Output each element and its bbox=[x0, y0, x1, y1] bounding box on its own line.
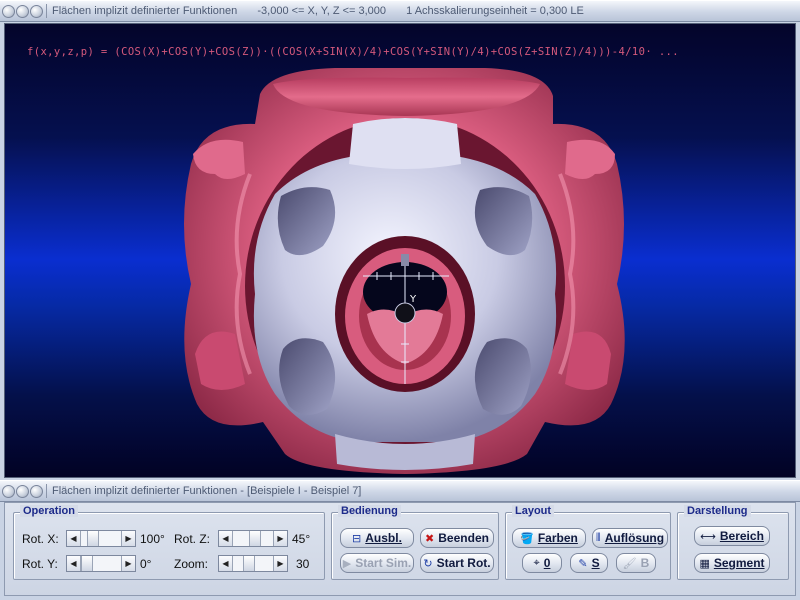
zoom-slider[interactable]: ◀ ▶ bbox=[218, 555, 288, 572]
beenden-label: Beenden bbox=[438, 531, 489, 545]
rot-z-label: Rot. Z: bbox=[174, 532, 211, 546]
crosshair-icon: ⌖ bbox=[533, 556, 540, 569]
darstellung-group: Darstellung ⟷ Bereich ▦ Segment bbox=[677, 505, 789, 580]
start-rot-button[interactable]: ↻ Start Rot. bbox=[420, 553, 494, 573]
resolution-icon: ⦀ bbox=[595, 531, 601, 544]
aufloesung-button[interactable]: ⦀ Auflösung bbox=[592, 528, 668, 548]
farben-button[interactable]: 🪣 Farben bbox=[512, 528, 586, 548]
slider-thumb[interactable] bbox=[243, 556, 255, 571]
surface-plot-canvas[interactable]: Y f(x,y,z,p) = (COS(X)+COS(Y)+COS(Z))·((… bbox=[4, 23, 796, 478]
control-window-title: Flächen implizit definierter Funktionen … bbox=[52, 485, 362, 497]
ausbl-button[interactable]: ⊟ Ausbl. bbox=[340, 528, 414, 548]
segment-button[interactable]: ▦ Segment bbox=[694, 553, 770, 573]
arrow-right-icon[interactable]: ▶ bbox=[273, 556, 287, 571]
ausbl-label: Ausbl. bbox=[365, 531, 402, 545]
operation-title: Operation bbox=[20, 505, 78, 517]
axis-origin-marker bbox=[394, 302, 416, 324]
slider-thumb[interactable] bbox=[81, 556, 93, 571]
arrow-left-icon[interactable]: ◀ bbox=[219, 531, 233, 546]
rot-y-label: Rot. Y: bbox=[22, 557, 58, 571]
rot-x-value: 100° bbox=[140, 532, 165, 546]
axis-top-marker bbox=[401, 254, 409, 266]
formula-text: f(x,y,z,p) = (COS(X)+COS(Y)+COS(Z))·((CO… bbox=[27, 46, 679, 58]
origin-button[interactable]: ⌖ 0 bbox=[522, 553, 562, 573]
s-button[interactable]: ✎ S bbox=[570, 553, 608, 573]
beenden-button[interactable]: ✖ Beenden bbox=[420, 528, 494, 548]
arrow-left-icon[interactable]: ◀ bbox=[67, 531, 81, 546]
window-menu-icon[interactable] bbox=[16, 4, 29, 18]
arrow-left-icon[interactable]: ◀ bbox=[219, 556, 233, 571]
close-x-icon: ✖ bbox=[425, 532, 435, 545]
slider-thumb[interactable] bbox=[87, 531, 99, 546]
start-sim-label: Start Sim. bbox=[355, 556, 412, 570]
restore-icon[interactable] bbox=[30, 4, 43, 18]
window-title: Flächen implizit definierter Funktionen bbox=[52, 5, 238, 17]
start-rot-label: Start Rot. bbox=[436, 556, 491, 570]
play-icon: ▶ bbox=[342, 557, 352, 570]
zoom-label: Zoom: bbox=[174, 557, 209, 571]
operation-group: Operation Rot. X: ◀ ▶ 100° Rot. Z: ◀ ▶ 4… bbox=[13, 505, 325, 580]
range-arrows-icon: ⟷ bbox=[700, 530, 716, 543]
y-axis-label: Y bbox=[409, 294, 417, 305]
b-label: B bbox=[640, 556, 650, 570]
arrow-right-icon[interactable]: ▶ bbox=[121, 556, 135, 571]
slider-thumb[interactable] bbox=[249, 531, 261, 546]
control-titlebar: Flächen implizit definierter Funktionen … bbox=[0, 480, 800, 502]
rot-x-label: Rot. X: bbox=[22, 532, 59, 546]
main-titlebar: Flächen implizit definierter Funktionen … bbox=[0, 0, 800, 22]
rot-z-value: 45° bbox=[292, 532, 311, 546]
start-sim-button[interactable]: ▶ Start Sim. bbox=[340, 553, 414, 573]
rotate-icon: ↻ bbox=[423, 557, 433, 570]
bedienung-group: Bedienung ⊟ Ausbl. ✖ Beenden ▶ Start Sim… bbox=[331, 505, 499, 580]
rot-x-slider[interactable]: ◀ ▶ bbox=[66, 530, 136, 547]
bereich-label: Bereich bbox=[719, 529, 764, 543]
farben-label: Farben bbox=[537, 531, 578, 545]
origin-label: 0 bbox=[543, 556, 551, 570]
window-menu-icon[interactable] bbox=[16, 484, 29, 498]
segment-label: Segment bbox=[713, 556, 765, 570]
pencil-icon: ✎ bbox=[578, 557, 588, 570]
arrow-left-icon[interactable]: ◀ bbox=[67, 556, 81, 571]
arrow-right-icon[interactable]: ▶ bbox=[273, 531, 287, 546]
titlebar-separator bbox=[46, 484, 47, 498]
grid-icon: ▦ bbox=[699, 557, 710, 570]
bedienung-title: Bedienung bbox=[338, 505, 401, 517]
close-circle-icon[interactable] bbox=[2, 484, 15, 498]
b-button[interactable]: 🖌 B bbox=[616, 553, 656, 573]
rot-z-slider[interactable]: ◀ ▶ bbox=[218, 530, 288, 547]
arrow-right-icon[interactable]: ▶ bbox=[121, 531, 135, 546]
control-panel: Operation Rot. X: ◀ ▶ 100° Rot. Z: ◀ ▶ 4… bbox=[4, 502, 796, 596]
darstellung-title: Darstellung bbox=[684, 505, 751, 517]
aufloesung-label: Auflösung bbox=[604, 531, 665, 545]
close-circle-icon[interactable] bbox=[2, 4, 15, 18]
layout-group: Layout 🪣 Farben ⦀ Auflösung ⌖ 0 ✎ S 🖌 B bbox=[505, 505, 671, 580]
main-titlebar-text: Flächen implizit definierter Funktionen … bbox=[52, 5, 584, 17]
s-label: S bbox=[591, 556, 600, 570]
titlebar-separator bbox=[46, 4, 47, 18]
rot-y-slider[interactable]: ◀ ▶ bbox=[66, 555, 136, 572]
brush-icon: 🖌 bbox=[622, 557, 637, 570]
bereich-button[interactable]: ⟷ Bereich bbox=[694, 526, 770, 546]
hide-icon: ⊟ bbox=[352, 532, 362, 545]
range-info: -3,000 <= X, Y, Z <= 3,000 bbox=[257, 5, 387, 17]
layout-title: Layout bbox=[512, 505, 555, 517]
restore-icon[interactable] bbox=[30, 484, 43, 498]
paint-bucket-icon: 🪣 bbox=[520, 532, 534, 545]
rot-y-value: 0° bbox=[140, 557, 152, 571]
scale-info: 1 Achsskalierungseinheit = 0,300 LE bbox=[406, 5, 584, 17]
implicit-surface-graphic: Y bbox=[184, 68, 625, 474]
zoom-value: 30 bbox=[296, 557, 310, 571]
